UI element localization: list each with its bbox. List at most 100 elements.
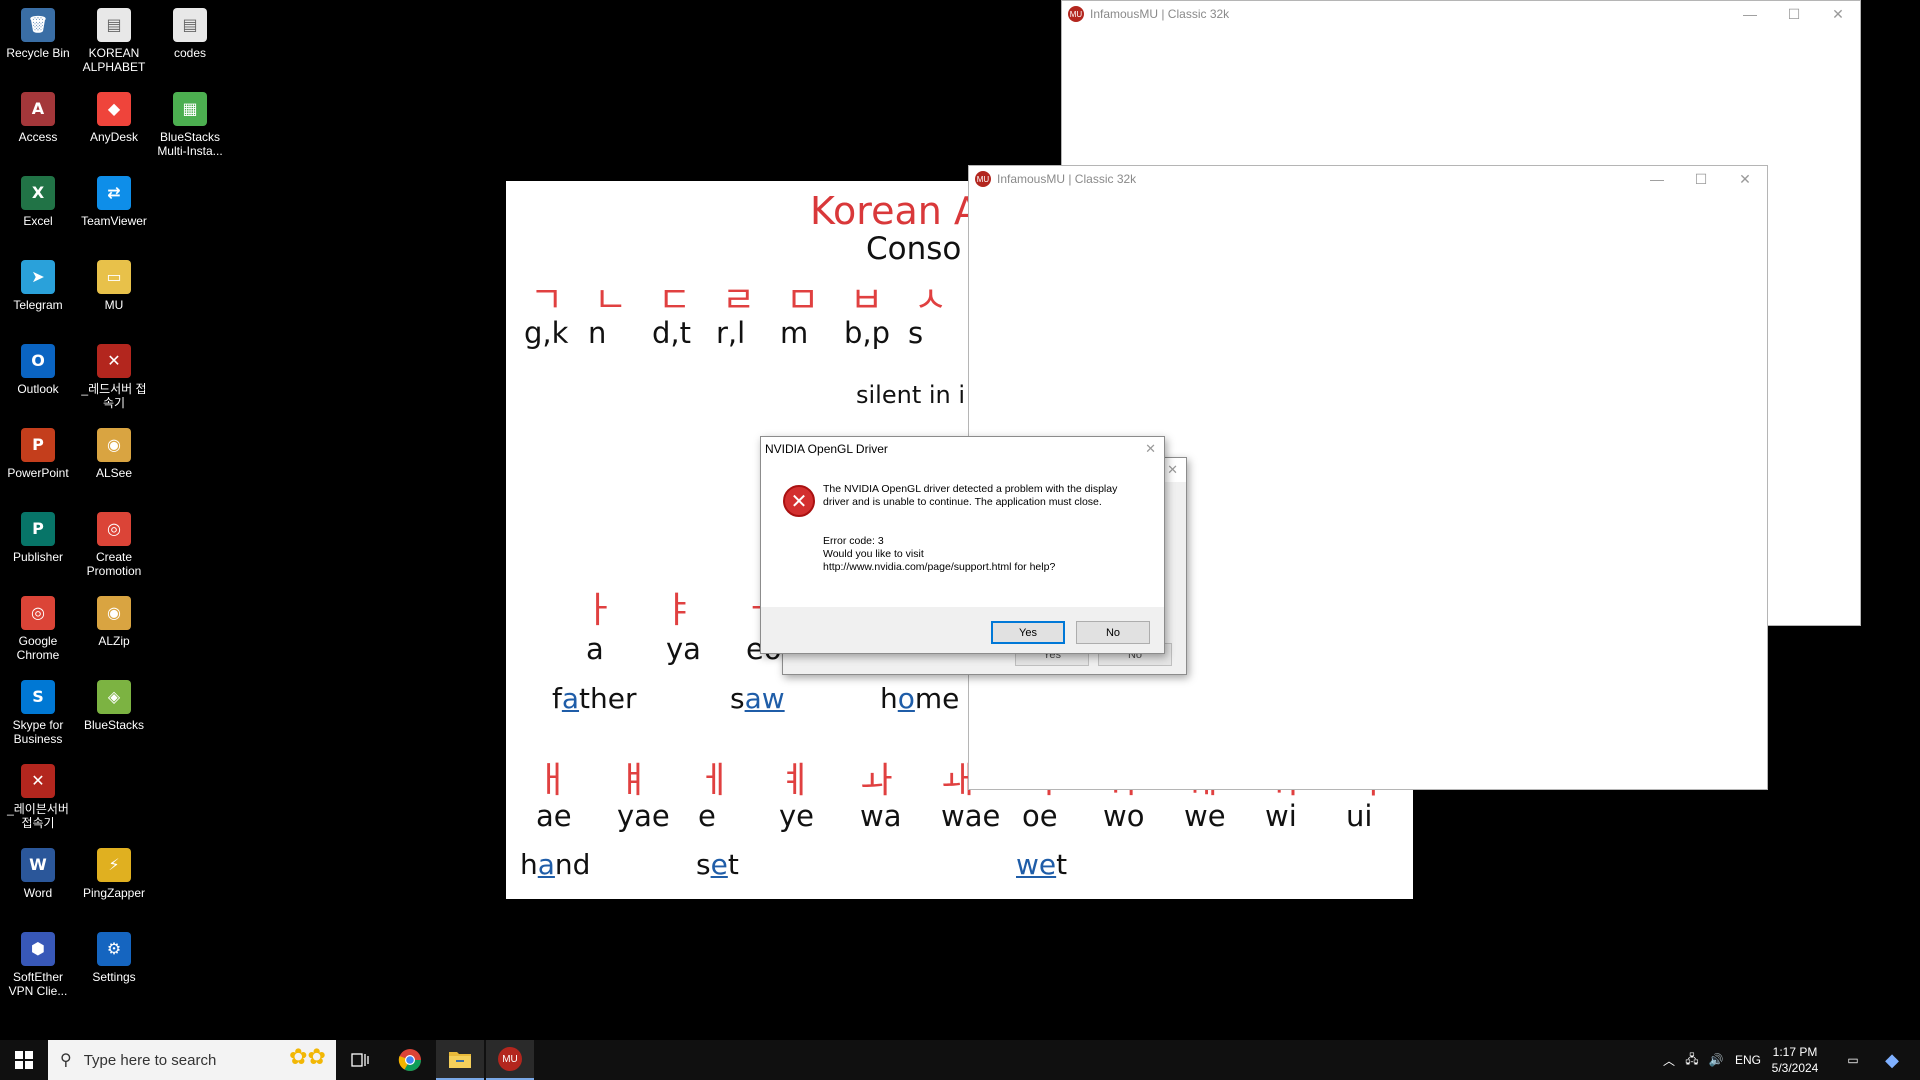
consonant-roman: n [588,316,607,350]
network-icon[interactable]: 🖧 [1680,1050,1704,1071]
alzip-icon: ◉ [97,596,131,630]
desktop-icon[interactable]: W Word [0,844,76,900]
search-placeholder: Type here to search [83,1051,217,1069]
telegram-icon: ➤ [21,260,55,294]
dialog-message: The NVIDIA OpenGL driver detected a prob… [823,483,1143,574]
desktop-icon[interactable]: ⚙ Settings [76,928,152,984]
consonant-roman: s [908,316,924,350]
nvidia-error-dialog[interactable]: NVIDIA OpenGL Driver ✕ ✕ The NVIDIA Open… [760,436,1165,654]
windows-icon [15,1051,33,1069]
vowel-roman: wa [860,799,902,833]
example-home: home [880,682,960,715]
desktop-icon[interactable]: ✕ _레드서버 접속기 [76,340,152,410]
taskbar-clock[interactable]: 1:17 PM 5/3/2024 [1755,1044,1835,1076]
image-subtitle: Conso [866,231,962,267]
desktop-icon[interactable]: O Outlook [0,340,76,396]
vowel-jamo: ㅔ [698,760,732,801]
vowel-jamo: ㅖ [779,760,813,801]
close-icon[interactable]: ✕ [1145,441,1156,457]
notification-icon: ▭ [1847,1053,1859,1067]
game-window-back-titlebar[interactable]: MU InfamousMU | Classic 32k — ☐ ✕ [1062,1,1860,27]
start-button[interactable] [0,1040,48,1080]
game-window-front-titlebar[interactable]: MU InfamousMU | Classic 32k — ☐ ✕ [969,166,1767,192]
desktop-icon[interactable]: ▤ codes [152,4,228,60]
desktop-icon-label: Recycle Bin [6,46,70,60]
image-title: Korean A [810,189,980,233]
bluestacks-icon: ◈ [97,680,131,714]
message-line: Would you like to visit [823,548,924,560]
close-icon[interactable]: ✕ [1723,166,1767,192]
folder-icon: ▭ [97,260,131,294]
vowel-jamo: ㅐ [536,760,570,801]
copilot-button[interactable]: ◆ [1872,1040,1912,1080]
clock-date: 5/3/2024 [1771,1061,1819,1075]
task-view-button[interactable] [336,1040,384,1080]
minimize-icon[interactable]: — [1635,166,1679,192]
vowel-jamo: ㅑ [662,590,696,631]
taskbar-mu-game[interactable]: MU [486,1040,534,1080]
desktop-icon[interactable]: ◈ BlueStacks [76,676,152,732]
desktop-icon[interactable]: S Skype for Business [0,676,76,746]
maximize-icon[interactable]: ☐ [1772,1,1816,27]
notifications-button[interactable]: ▭ [1836,1040,1870,1080]
desktop-icon[interactable]: ◉ ALSee [76,424,152,480]
vowel-roman: ui [1346,799,1373,833]
desktop-icon-label: Publisher [12,550,64,564]
dialog-title: NVIDIA OpenGL Driver [765,442,888,456]
minimize-icon[interactable]: — [1728,1,1772,27]
desktop-icon[interactable]: ▤ KOREAN ALPHABET [76,4,152,74]
pingzapper-icon: ⚡ [97,848,131,882]
message-line: The NVIDIA OpenGL driver detected a prob… [823,483,1118,495]
example-hand: hand [520,848,591,881]
desktop-icon[interactable]: ▦ BlueStacks Multi-Insta... [152,88,228,158]
desktop-icon[interactable]: ⇄ TeamViewer [76,172,152,228]
desktop-icon-label: Google Chrome [16,634,60,662]
red-server-icon: ✕ [97,344,131,378]
desktop-icon-label: Telegram [13,298,63,312]
desktop-icon-label: PingZapper [82,886,146,900]
taskbar-search[interactable]: ⚲ Type here to search ✿✿ [48,1040,336,1080]
desktop-icon[interactable]: ⚡ PingZapper [76,844,152,900]
consonant-roman: m [780,316,809,350]
powerpoint-icon: P [21,428,55,462]
chrome-icon [398,1049,421,1071]
maximize-icon[interactable]: ☐ [1679,166,1723,192]
desktop-icon[interactable]: P Publisher [0,508,76,564]
mu-app-icon: MU [1068,6,1084,22]
volume-icon[interactable]: 🔊 [1704,1053,1728,1067]
desktop-icon[interactable]: X Excel [0,172,76,228]
desktop-icon-label: BlueStacks [83,718,145,732]
dialog-titlebar[interactable]: NVIDIA OpenGL Driver ✕ [761,437,1164,461]
close-icon: ✕ [1167,462,1178,477]
alsee-icon: ◉ [97,428,131,462]
desktop-icon[interactable]: ➤ Telegram [0,256,76,312]
desktop-icon[interactable]: ▭ MU [76,256,152,312]
no-button[interactable]: No [1076,621,1150,644]
close-icon[interactable]: ✕ [1816,1,1860,27]
mu-app-icon: MU [498,1047,522,1071]
system-tray: ︿ 🖧 🔊 ENG [1658,1040,1768,1080]
desktop-icon[interactable]: ✕ _레이븐서버 접속기 [0,760,76,830]
desktop-icon[interactable]: ◉ ALZip [76,592,152,648]
desktop-icon[interactable]: ◆ AnyDesk [76,88,152,144]
desktop-icon[interactable]: A Access [0,88,76,144]
desktop-icon[interactable]: 🗑 Recycle Bin [0,4,76,60]
consonant-roman: b,p [844,316,891,350]
folder-icon [449,1052,471,1068]
taskbar-file-explorer[interactable] [436,1040,484,1080]
outlook-icon: O [21,344,55,378]
access-icon: A [21,92,55,126]
desktop-icon[interactable]: ◎ Create Promotion [76,508,152,578]
taskbar-chrome[interactable] [386,1040,434,1080]
yes-button[interactable]: Yes [991,621,1065,644]
desktop-icon-label: Settings [92,970,136,984]
desktop-icon[interactable]: P PowerPoint [0,424,76,480]
desktop-icon[interactable]: ◎ Google Chrome [0,592,76,662]
chevron-up-icon[interactable]: ︿ [1658,1052,1680,1069]
mu-app-icon: MU [975,171,991,187]
copilot-icon: ◆ [1885,1049,1899,1070]
desktop-icon-label: _레이븐서버 접속기 [7,802,69,830]
desktop-icon-label: Create Promotion [86,550,142,578]
anydesk-icon: ◆ [97,92,131,126]
desktop-icon[interactable]: ⬢ SoftEther VPN Clie... [0,928,76,998]
